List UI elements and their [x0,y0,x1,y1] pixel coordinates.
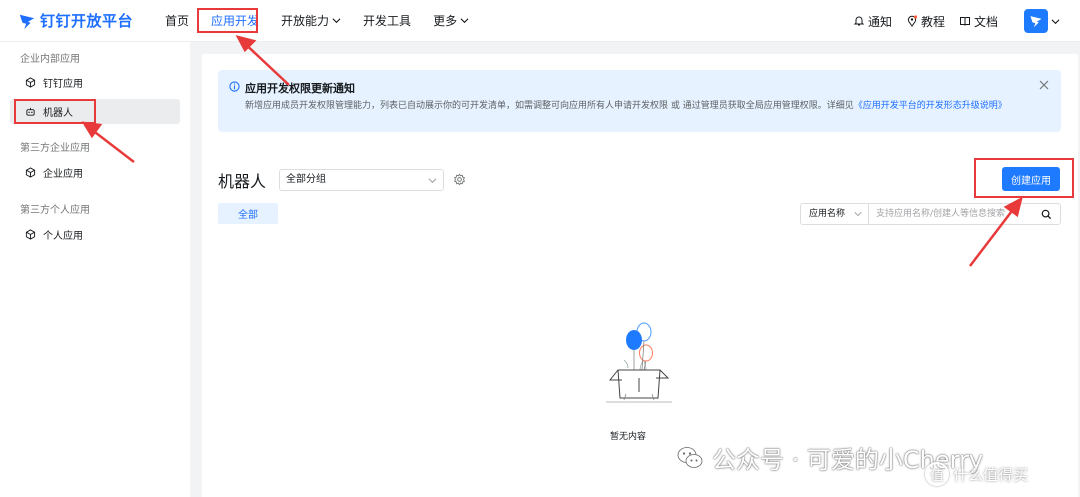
page-title: 机器人 [218,172,267,191]
nav-open-capability-label: 开放能力 [281,13,330,28]
nav-open-capability[interactable]: 开放能力 [270,0,352,42]
book-icon [959,17,970,26]
sidebar-item-dingtalk-app[interactable]: 钉钉应用 [10,70,180,95]
empty-balloon-box-illustration [606,322,672,403]
search-field-select[interactable]: 应用名称 [801,204,869,224]
search-input[interactable] [869,204,1032,224]
site-badge: 值 [925,462,949,486]
docs-label: 文档 [973,14,998,29]
site-watermark-text: 什么值得买 [953,465,1029,484]
sidebar-item-label: 个人应用 [43,231,83,242]
avatar[interactable] [1024,9,1048,33]
notice-link[interactable]: 《应用开发平台的开发形态升级说明》 [854,101,1007,111]
cube-icon [25,77,36,88]
chevron-down-icon [854,212,862,217]
notify-link[interactable]: 通知 [853,13,892,30]
site-watermark: 值 什么值得买 [925,462,1028,486]
nav-app-dev-label: 应用开发 [211,13,260,28]
sidebar-item-robot[interactable]: 机器人 [10,99,180,124]
main-content: 应用开发权限更新通知 新增应用成员开发权限管理能力，列表已自动展示你的可开发清单… [202,54,1078,497]
chevron-down-icon[interactable] [1051,17,1060,26]
dingtalk-avatar-icon [1030,16,1042,28]
sidebar-item-personal-app[interactable]: 个人应用 [10,222,180,247]
chevron-down-icon [460,18,469,24]
notice-title: 应用开发权限更新通知 [245,82,355,95]
tutorial-label: 教程 [920,14,945,29]
chevron-down-icon [428,178,437,184]
nav-app-dev[interactable]: 应用开发 [200,0,270,42]
search-icon [1041,209,1051,219]
bell-icon [853,16,865,26]
top-nav-bar: 钉钉开放平台 首页 应用开发 开放能力 开发工具 更多 通知 教程 文档 [0,0,1080,42]
group-select-value: 全部分组 [286,174,326,185]
gear-icon[interactable] [453,173,466,186]
nav-more-label: 更多 [433,13,458,28]
brand-name: 钉钉开放平台 [40,12,134,30]
sidebar-section-title: 第三方个人应用 [20,205,90,216]
empty-state-text: 暂无内容 [610,432,647,442]
tab-all[interactable]: 全部 [218,203,278,224]
sidebar-section-title: 企业内部应用 [20,54,80,65]
cube-icon [25,167,36,178]
top-right-actions: 通知 教程 文档 [853,0,1080,42]
notify-label: 通知 [867,14,892,29]
cube-icon [25,229,36,240]
notice-banner: 应用开发权限更新通知 新增应用成员开发权限管理能力，列表已自动展示你的可开发清单… [218,70,1061,132]
docs-link[interactable]: 文档 [959,13,998,30]
search-button[interactable] [1032,204,1060,224]
search-bar: 应用名称 [800,203,1061,225]
nav-dev-tools-label: 开发工具 [363,13,412,28]
tutorial-link[interactable]: 教程 [906,13,945,30]
chevron-down-icon [332,18,341,24]
info-icon [229,81,240,92]
notice-body-text: 新增应用成员开发权限管理能力，列表已自动展示你的可开发清单，如需调整可向应用所有… [245,101,854,111]
close-icon[interactable] [1039,80,1049,90]
nav-home-label: 首页 [165,13,190,28]
dingtalk-logo-icon [19,14,35,29]
sidebar-item-label: 机器人 [43,108,73,119]
location-pin-icon [907,15,918,27]
sidebar-item-label: 钉钉应用 [43,79,83,90]
notice-body: 新增应用成员开发权限管理能力，列表已自动展示你的可开发清单，如需调整可向应用所有… [245,98,1045,114]
nav-home[interactable]: 首页 [154,0,200,42]
sidebar-item-label: 企业应用 [43,169,83,180]
wechat-icon [677,446,703,468]
create-app-button[interactable]: 创建应用 [1002,167,1060,191]
search-field-value: 应用名称 [809,209,846,219]
main-nav: 首页 应用开发 开放能力 开发工具 更多 [154,0,480,42]
robot-icon [26,107,35,116]
sidebar-section-title: 第三方企业应用 [20,143,90,154]
sidebar: 企业内部应用 钉钉应用 机器人 第三方企业应用 企业应用 第三方个人应用 个人应… [0,42,190,497]
sidebar-item-enterprise-app[interactable]: 企业应用 [10,160,180,185]
group-select[interactable]: 全部分组 [279,169,444,191]
nav-dev-tools[interactable]: 开发工具 [352,0,422,42]
brand-logo[interactable]: 钉钉开放平台 [18,10,146,31]
nav-more[interactable]: 更多 [422,0,480,42]
